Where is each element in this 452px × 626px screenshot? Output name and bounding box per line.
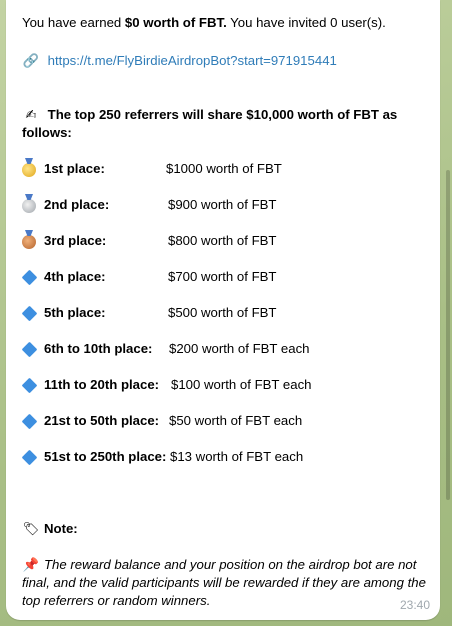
- invited-text: You have invited 0 user(s).: [226, 15, 386, 30]
- note-text-block: 📌 The reward balance and your position on…: [22, 556, 426, 610]
- place-label: 3rd place:: [44, 233, 107, 248]
- place-row: 6th to 10th place: $200 worth of FBT eac…: [21, 340, 422, 360]
- place-prize: $200 worth of FBT each: [169, 341, 310, 356]
- message-time: 23:40: [399, 598, 430, 612]
- referral-link[interactable]: https://t.me/FlyBirdieAirdropBot?start=9…: [48, 53, 337, 68]
- silver-medal-icon: [22, 199, 36, 213]
- blue-diamond-icon: [21, 449, 38, 466]
- blue-diamond-icon: [21, 269, 38, 286]
- scrollbar[interactable]: [446, 170, 450, 500]
- place-label: 51st to 250th place:: [44, 449, 167, 464]
- note-text: The reward balance and your position on …: [22, 557, 426, 608]
- place-row: 51st to 250th place: $13 worth of FBT ea…: [21, 448, 422, 468]
- place-row: 4th place: $700 worth of FBT: [21, 268, 422, 288]
- place-prize: $800 worth of FBT: [168, 233, 277, 248]
- place-row: 1st place: $1000 worth of FBT: [22, 160, 422, 180]
- blue-diamond-icon: [21, 377, 38, 394]
- earned-prefix: You have earned: [22, 15, 125, 30]
- blue-diamond-icon: [21, 305, 38, 322]
- place-prize: $700 worth of FBT: [168, 269, 277, 284]
- note-label: Note:: [44, 521, 78, 536]
- blue-diamond-icon: [21, 413, 38, 430]
- writing-hand-icon: ✍: [25, 107, 37, 122]
- place-row: 11th to 20th place: $100 worth of FBT ea…: [21, 376, 422, 396]
- place-row: 3rd place: $800 worth of FBT: [22, 232, 422, 252]
- place-label: 21st to 50th place:: [44, 413, 160, 428]
- place-prize: $900 worth of FBT: [168, 197, 277, 212]
- earned-line: You have earned $0 worth of FBT. You hav…: [22, 14, 432, 32]
- place-prize: $100 worth of FBT each: [171, 377, 312, 392]
- place-label: 11th to 20th place:: [44, 377, 160, 392]
- place-prize: $1000 worth of FBT: [166, 161, 282, 176]
- intro-text: The top 250 referrers will share $10,000…: [22, 107, 398, 140]
- pushpin-icon: 📌: [22, 557, 40, 572]
- earned-amount: $0 worth of FBT.: [124, 15, 227, 30]
- place-prize: $50 worth of FBT each: [169, 413, 303, 428]
- place-label: 6th to 10th place:: [44, 341, 153, 356]
- place-label: 2nd place:: [44, 197, 110, 212]
- link-icon: 🔗: [22, 53, 40, 68]
- link-line: 🔗 https://t.me/FlyBirdieAirdropBot?start…: [22, 52, 337, 70]
- place-label: 1st place:: [44, 161, 105, 176]
- place-label: 4th place:: [44, 269, 106, 284]
- gold-medal-icon: [22, 163, 36, 177]
- blue-diamond-icon: [21, 341, 38, 358]
- message-bubble: You have earned $0 worth of FBT. You hav…: [6, 0, 440, 620]
- place-row: 2nd place: $900 worth of FBT: [22, 196, 422, 216]
- place-row: 21st to 50th place: $50 worth of FBT eac…: [21, 412, 422, 432]
- intro-line: ✍ The top 250 referrers will share $10,0…: [22, 106, 422, 142]
- label-tag-icon: 🏷: [22, 521, 40, 536]
- place-label: 5th place:: [44, 305, 106, 320]
- place-row: 5th place: $500 worth of FBT: [21, 304, 422, 324]
- note-heading: 🏷 Note:: [22, 520, 78, 538]
- place-prize: $500 worth of FBT: [168, 305, 277, 320]
- bronze-medal-icon: [22, 235, 36, 249]
- place-prize: $13 worth of FBT each: [170, 449, 304, 464]
